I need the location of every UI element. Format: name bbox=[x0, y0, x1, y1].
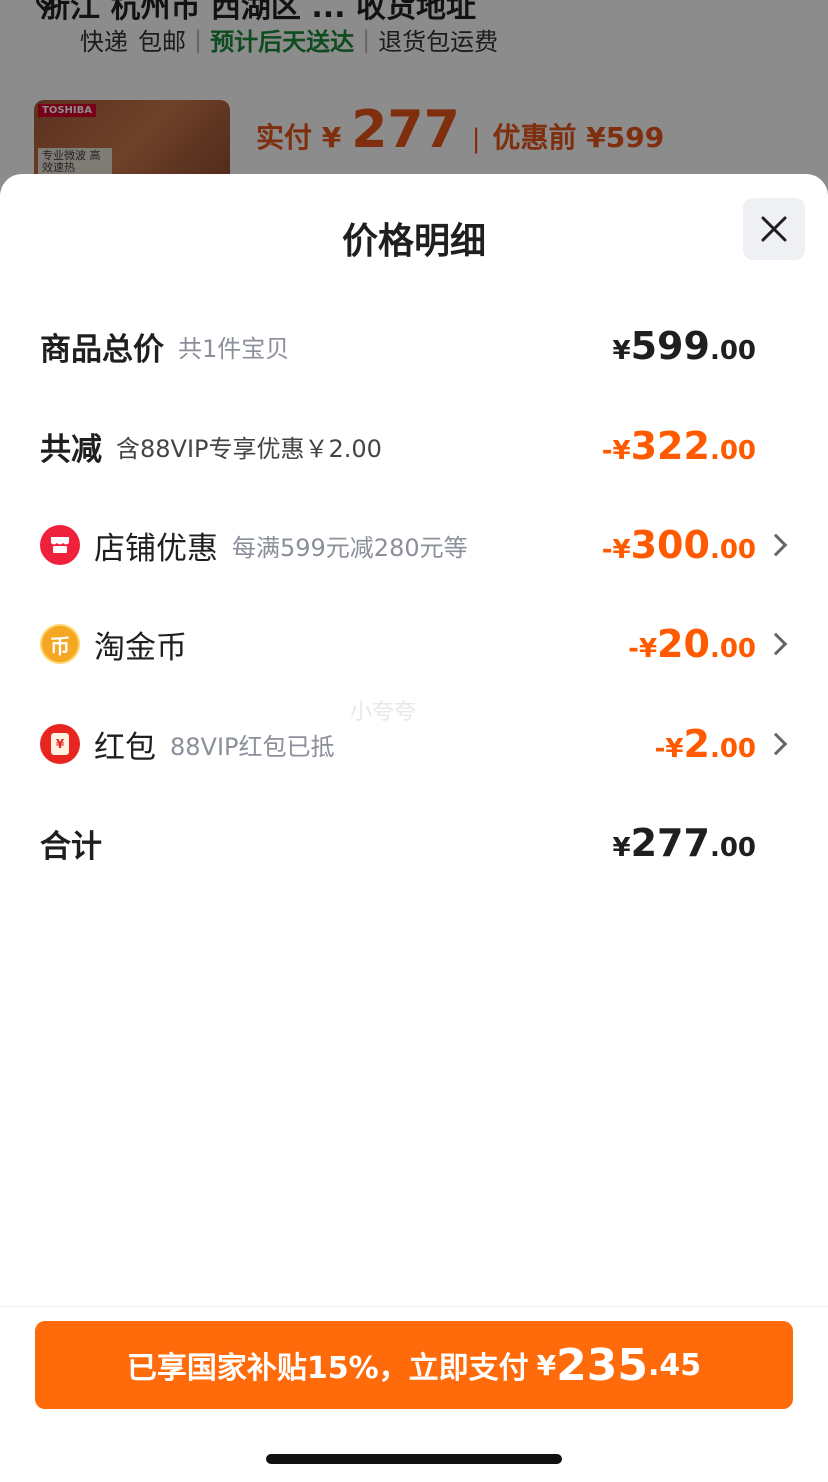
row-goods-total: 商品总价 共1件宝贝 ¥ 599 .00 bbox=[40, 316, 790, 376]
row-amount: ¥ 277 .00 bbox=[613, 821, 756, 865]
amount-integer: 322 bbox=[630, 424, 710, 468]
red-packet-icon: ¥ bbox=[40, 724, 80, 764]
row-total-discount: 共减 含88VIP专享优惠￥2.00 -¥ 322 .00 bbox=[40, 416, 790, 476]
row-amount: -¥ 300 .00 bbox=[602, 523, 756, 567]
row-sub: 含88VIP专享优惠￥2.00 bbox=[116, 434, 382, 463]
amount-integer: 235 bbox=[556, 1339, 648, 1391]
home-indicator[interactable] bbox=[266, 1454, 562, 1464]
red-packet-glyph: ¥ bbox=[51, 733, 69, 755]
price-detail-sheet: 价格明细 商品总价 共1件宝贝 ¥ 599 .00 共减 含88VIP专享优惠￥… bbox=[0, 174, 828, 1482]
chevron-right-icon bbox=[764, 732, 788, 756]
row-sub: 88VIP红包已抵 bbox=[170, 732, 335, 761]
row-taobao-coin[interactable]: 币 淘金币 -¥ 20 .00 bbox=[40, 614, 790, 674]
currency-symbol: -¥ bbox=[628, 634, 658, 664]
row-label: 商品总价 bbox=[40, 331, 164, 368]
amount-integer: 20 bbox=[657, 622, 710, 666]
store-icon bbox=[40, 525, 80, 565]
amount-decimal: .00 bbox=[709, 634, 756, 664]
amount-integer: 277 bbox=[630, 821, 710, 865]
currency-symbol: ¥ bbox=[612, 833, 631, 863]
close-icon bbox=[761, 216, 787, 242]
amount-integer: 599 bbox=[630, 324, 710, 368]
row-label: 淘金币 bbox=[94, 629, 187, 666]
footer-divider bbox=[0, 1306, 828, 1307]
close-button[interactable] bbox=[743, 198, 805, 260]
row-store-discount[interactable]: 店铺优惠 每满599元减280元等 -¥ 300 .00 bbox=[40, 515, 790, 575]
row-sub: 每满599元减280元等 bbox=[232, 533, 468, 562]
row-sub: 共1件宝贝 bbox=[178, 334, 290, 363]
currency-symbol: ¥ bbox=[612, 336, 631, 366]
currency-symbol: -¥ bbox=[654, 734, 684, 764]
row-amount: -¥ 20 .00 bbox=[628, 622, 756, 666]
row-label: 店铺优惠 bbox=[94, 530, 218, 567]
pay-button-label: 已享国家补贴15%，立即支付 bbox=[126, 1351, 529, 1386]
row-amount: ¥ 599 .00 bbox=[613, 324, 756, 368]
chevron-right-icon bbox=[764, 632, 788, 656]
amount-integer: 2 bbox=[683, 722, 710, 766]
coin-icon: 币 bbox=[40, 624, 80, 664]
chevron-right-icon bbox=[764, 533, 788, 557]
row-amount: -¥ 2 .00 bbox=[655, 722, 756, 766]
row-label: 红包 bbox=[94, 729, 156, 766]
currency-symbol: -¥ bbox=[601, 535, 631, 565]
amount-integer: 300 bbox=[630, 523, 710, 567]
amount-decimal: .00 bbox=[709, 336, 756, 366]
amount-decimal: .00 bbox=[709, 833, 756, 863]
pay-now-button[interactable]: 已享国家补贴15%，立即支付 ¥ 235 .45 bbox=[35, 1321, 793, 1409]
row-label: 共减 bbox=[40, 431, 102, 468]
watermark: 小夸夸 bbox=[350, 700, 417, 725]
amount-decimal: .00 bbox=[709, 535, 756, 565]
currency-symbol: ¥ bbox=[536, 1348, 557, 1382]
row-amount: -¥ 322 .00 bbox=[602, 424, 756, 468]
row-grand-total: 合计 ¥ 277 .00 bbox=[40, 813, 790, 873]
sheet-title: 价格明细 bbox=[341, 221, 486, 262]
modal-overlay[interactable] bbox=[0, 0, 828, 200]
store-glyph bbox=[51, 537, 69, 553]
amount-decimal: .45 bbox=[648, 1347, 702, 1383]
amount-decimal: .00 bbox=[709, 436, 756, 466]
row-label: 合计 bbox=[40, 828, 102, 865]
currency-symbol: -¥ bbox=[601, 436, 631, 466]
amount-decimal: .00 bbox=[709, 734, 756, 764]
